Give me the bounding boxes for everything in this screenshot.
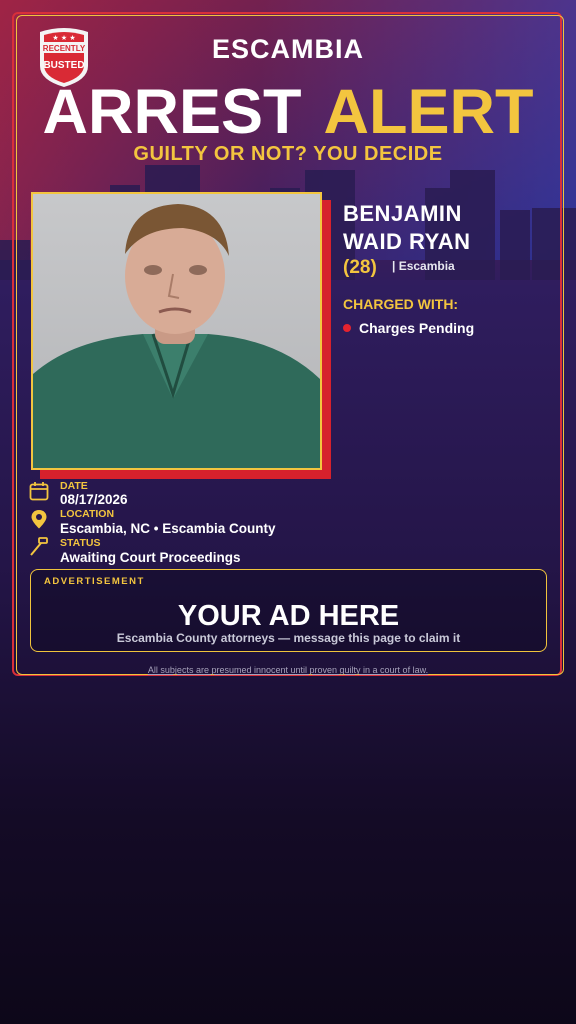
subject-name: BENJAMIN WAID RYAN bbox=[343, 200, 471, 256]
mugshot-photo bbox=[31, 192, 322, 470]
headline-word-arrest: ARREST bbox=[42, 77, 302, 147]
gavel-icon bbox=[30, 537, 48, 556]
date-label: DATE bbox=[60, 480, 88, 492]
mugshot-illustration bbox=[33, 194, 320, 468]
headline: ARREST ALERT bbox=[0, 80, 576, 144]
bullet-dot-icon bbox=[343, 324, 351, 333]
status-label: STATUS bbox=[60, 537, 101, 549]
status-value: Awaiting Court Proceedings bbox=[60, 550, 241, 565]
subject-name-line2: WAID RYAN bbox=[343, 229, 471, 254]
map-pin-icon bbox=[31, 510, 47, 529]
location-label: LOCATION bbox=[60, 508, 115, 520]
subject-county-tag: | Escambia bbox=[392, 259, 455, 273]
ad-subtitle: Escambia County attorneys — message this… bbox=[116, 631, 461, 645]
ad-title: YOUR AD HERE bbox=[177, 600, 400, 632]
date-value: 08/17/2026 bbox=[60, 492, 128, 507]
headline-word-alert: ALERT bbox=[323, 77, 534, 147]
county-title: ESCAMBIA bbox=[211, 34, 364, 64]
charged-with-label: CHARGED WITH: bbox=[343, 296, 459, 312]
charge-item: Charges Pending bbox=[343, 320, 474, 336]
calendar-icon bbox=[29, 482, 49, 501]
location-value: Escambia, NC • Escambia County bbox=[60, 521, 276, 536]
subject-age: (28) bbox=[343, 257, 377, 278]
subject-name-line1: BENJAMIN bbox=[343, 201, 462, 226]
tagline: GUILTY OR NOT? YOU DECIDE bbox=[133, 143, 443, 165]
charge-text: Charges Pending bbox=[359, 320, 475, 336]
legal-disclaimer: All subjects are presumed innocent until… bbox=[147, 665, 429, 675]
advertisement-label: ADVERTISEMENT bbox=[44, 576, 145, 587]
